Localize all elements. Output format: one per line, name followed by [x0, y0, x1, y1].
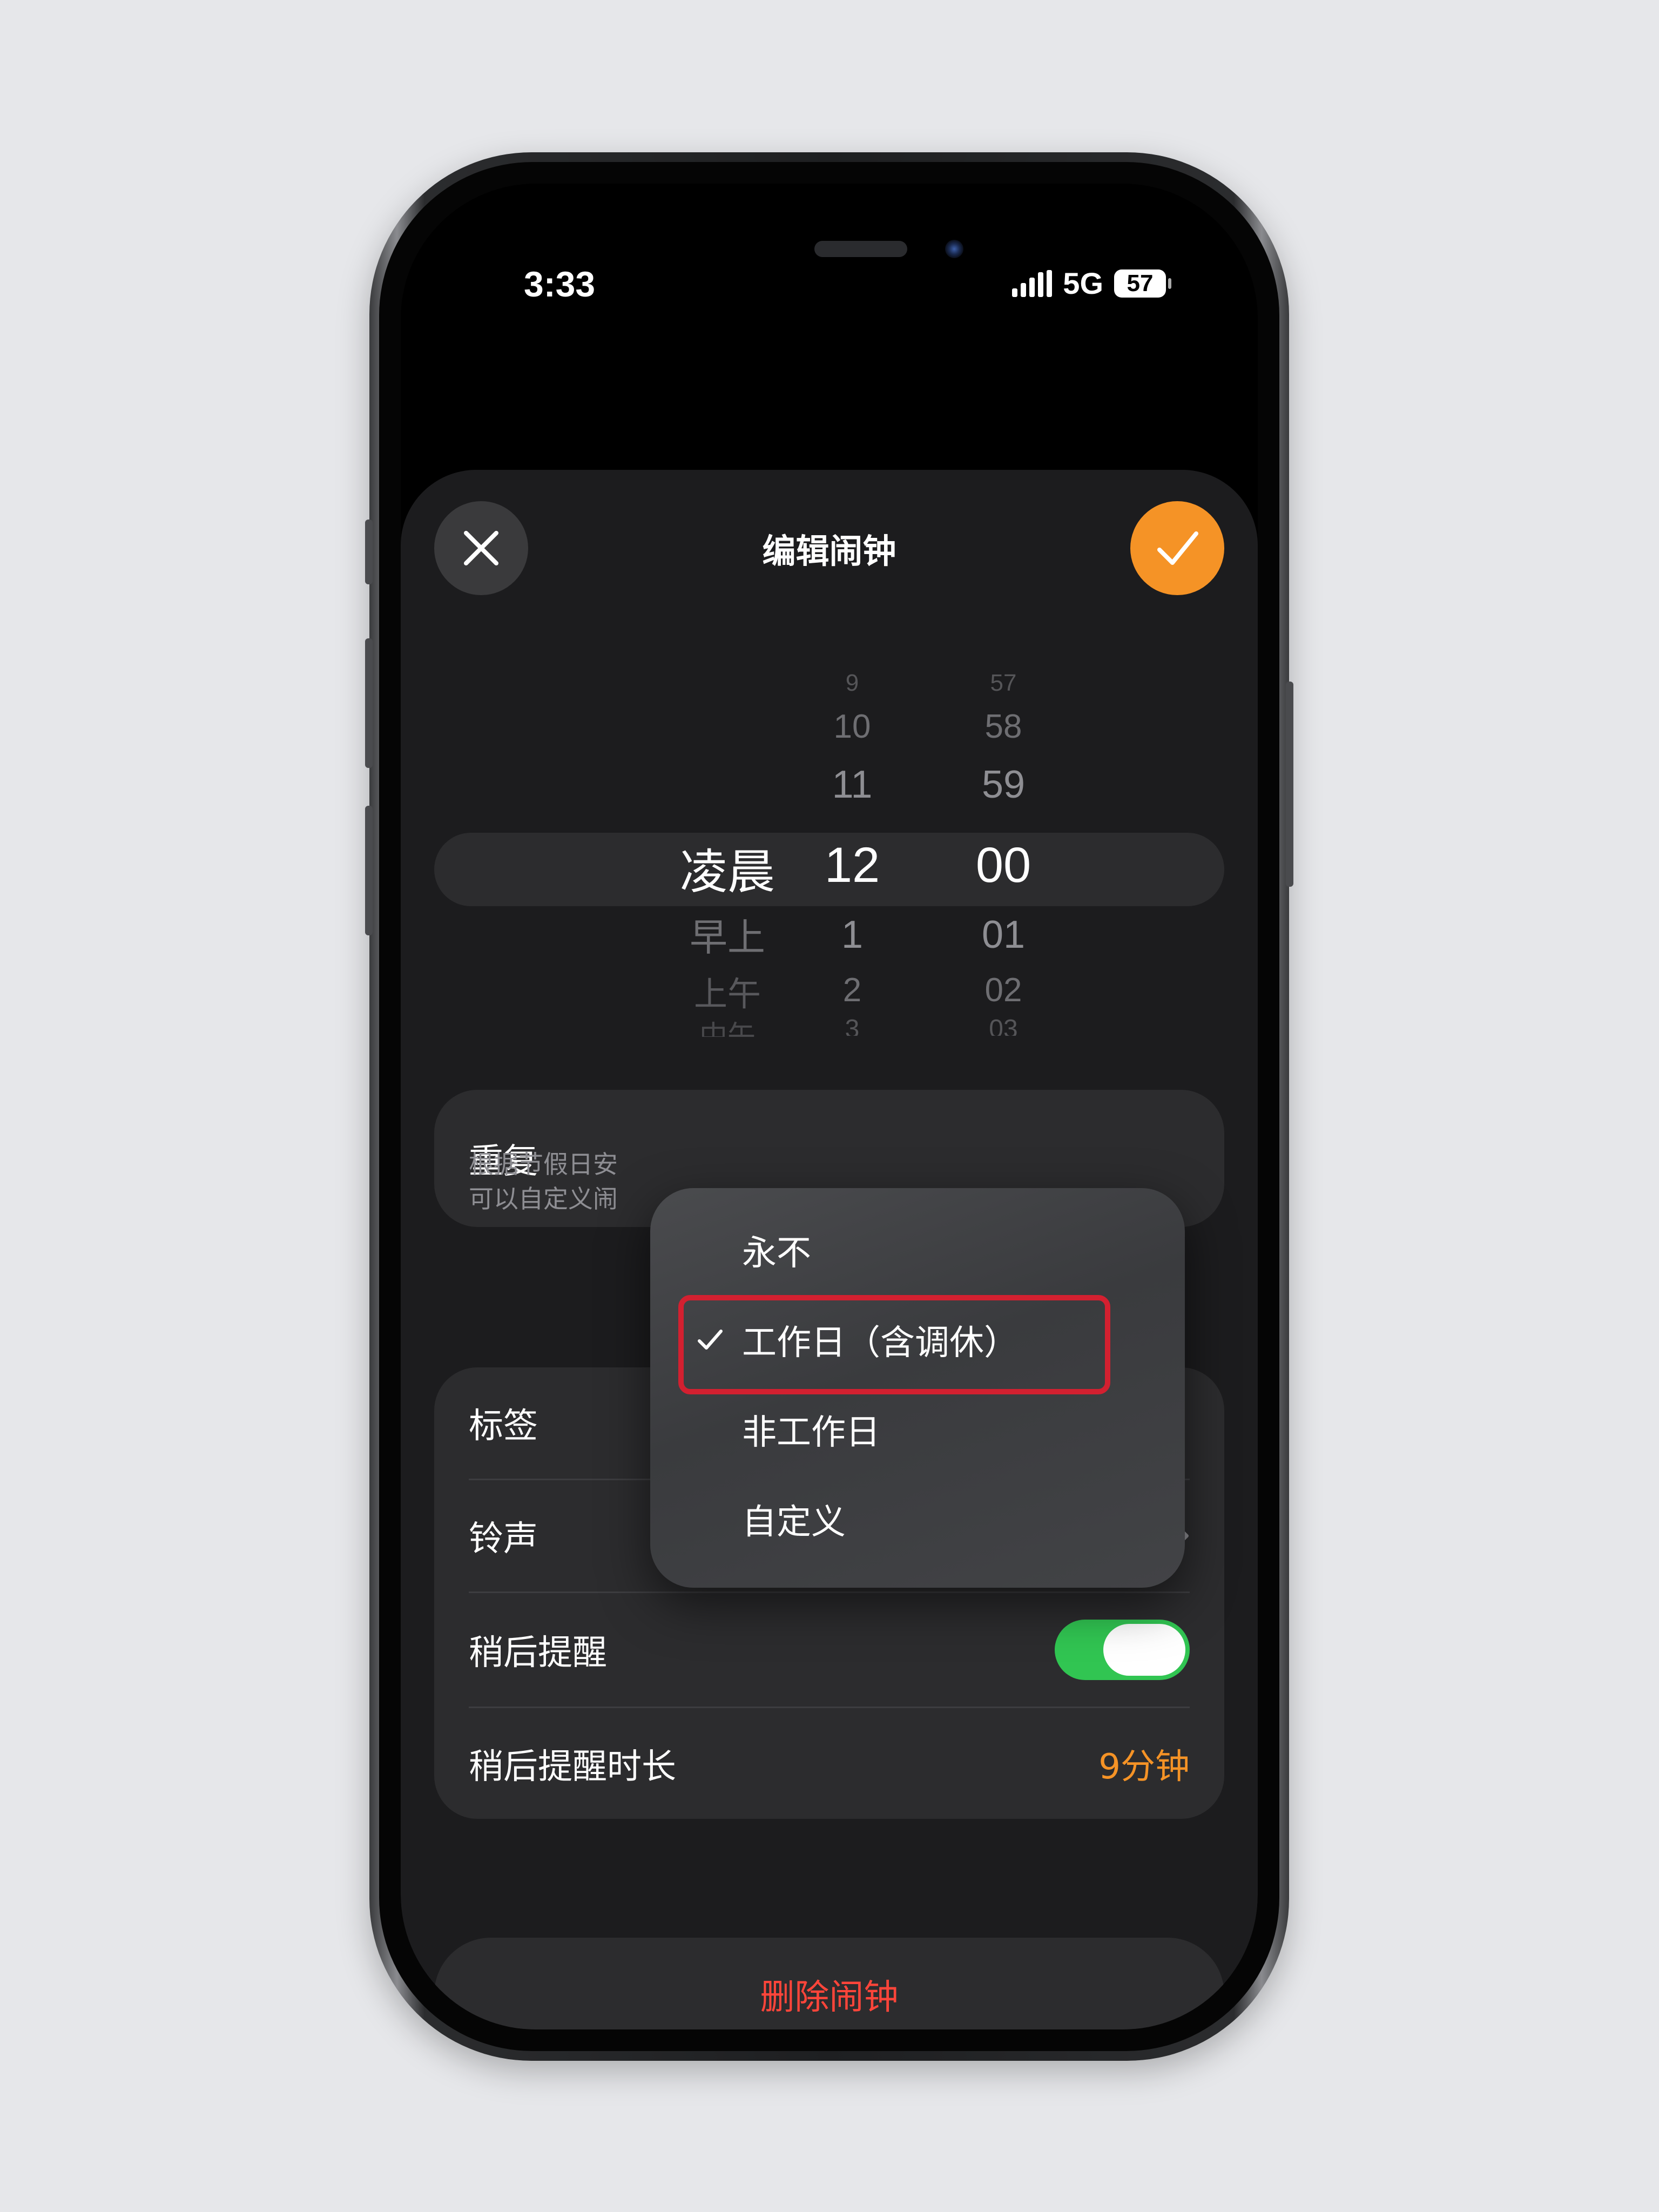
hour-selected: 12	[824, 838, 880, 893]
repeat-hint-line1: 根据节假日安	[469, 1150, 618, 1179]
time-picker[interactable]: 凌晨 早上 上午 中午 9 10 11 12 1 2 3 57 58 59 00…	[401, 648, 1258, 1037]
volume-up-button	[365, 638, 373, 768]
signal-icon	[1012, 269, 1053, 297]
picker-column-minute[interactable]: 57 58 59 00 01 02 03	[939, 648, 1068, 1037]
hour-option: 1	[841, 913, 864, 956]
bezel: 3:33 5G 57 编辑闹钟 凌晨 早上 上午 中午 9 10 11 12 1…	[379, 162, 1279, 2051]
repeat-dropdown-menu: 永不 工作日（含调休） 非工作日 自定义	[650, 1188, 1185, 1588]
repeat-hint-line2: 可以自定义闹	[469, 1184, 618, 1213]
menu-item-label: 自定义	[742, 1502, 846, 1542]
mute-switch	[365, 520, 373, 584]
period-option: 早上	[690, 915, 765, 960]
snooze-duration-title: 稍后提醒时长	[469, 1746, 676, 1787]
menu-item-never[interactable]: 永不	[650, 1210, 1185, 1291]
battery-icon: 57	[1114, 269, 1171, 298]
menu-item-label: 非工作日	[742, 1413, 880, 1453]
minute-option: 59	[981, 763, 1026, 806]
volume-down-button	[365, 806, 373, 935]
hour-option: 3	[845, 1015, 860, 1036]
checkmark-icon	[1157, 531, 1198, 565]
selection-highlight-box	[678, 1295, 1110, 1394]
confirm-button[interactable]	[1130, 501, 1224, 595]
minute-option: 02	[984, 972, 1022, 1009]
page-title: 编辑闹钟	[762, 531, 896, 571]
toggle-knob	[1103, 1624, 1185, 1676]
snooze-duration-row[interactable]: 稍后提醒时长 9分钟	[469, 1708, 1190, 1819]
menu-item-non-workday[interactable]: 非工作日	[650, 1389, 1185, 1470]
minute-option: 57	[990, 670, 1017, 696]
menu-item-label: 永不	[742, 1233, 811, 1273]
minute-option: 01	[981, 913, 1026, 956]
earpiece-speaker	[814, 241, 907, 257]
period-option: 上午	[693, 974, 761, 1014]
screen: 3:33 5G 57 编辑闹钟 凌晨 早上 上午 中午 9 10 11 12 1…	[401, 184, 1258, 2029]
status-time: 3:33	[524, 264, 596, 304]
period-option: 中午	[699, 1020, 756, 1037]
snooze-row: 稍后提醒	[469, 1593, 1190, 1707]
front-camera	[945, 240, 963, 258]
hour-option: 10	[833, 708, 871, 745]
ringtone-row-title: 铃声	[469, 1519, 538, 1559]
menu-item-custom[interactable]: 自定义	[650, 1479, 1185, 1560]
snooze-row-title: 稍后提醒	[469, 1633, 607, 1673]
picker-column-period[interactable]: 凌晨 早上 上午 中午	[655, 648, 800, 1037]
phone-frame: 3:33 5G 57 编辑闹钟 凌晨 早上 上午 中午 9 10 11 12 1…	[365, 152, 1293, 2061]
snooze-duration-value: 9分钟	[1098, 1746, 1190, 1787]
edit-alarm-sheet: 编辑闹钟 凌晨 早上 上午 中午 9 10 11 12 1 2 3 57 58 …	[401, 470, 1258, 2029]
period-selected: 凌晨	[679, 844, 775, 900]
network-type: 5G	[1063, 266, 1103, 300]
label-row-title: 标签	[469, 1406, 538, 1446]
repeat-hint: 根据节假日安 可以自定义闹	[469, 1147, 642, 1216]
battery-level: 57	[1127, 269, 1154, 296]
picker-column-hour[interactable]: 9 10 11 12 1 2 3	[787, 648, 917, 1037]
hour-option: 9	[845, 670, 859, 696]
minute-option: 03	[989, 1015, 1018, 1036]
delete-alarm-button[interactable]: 删除闹钟	[434, 1938, 1224, 2029]
power-button	[1286, 682, 1293, 887]
minute-option: 58	[984, 708, 1022, 745]
hour-option: 2	[842, 972, 862, 1009]
status-indicators: 5G 57	[1012, 266, 1171, 301]
snooze-toggle[interactable]	[1055, 1620, 1190, 1680]
minute-selected: 00	[975, 838, 1031, 893]
hour-option: 11	[832, 763, 873, 806]
